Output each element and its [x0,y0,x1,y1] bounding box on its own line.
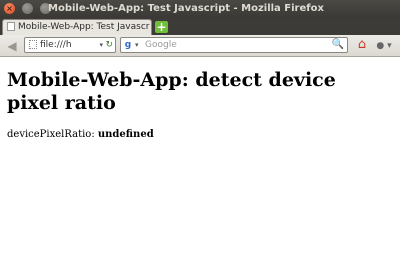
window-title: Mobile-Web-App: Test Javascript - Mozill… [48,3,324,14]
window-titlebar: × Mobile-Web-App: Test Javascript - Mozi… [0,0,400,18]
minimize-window-button[interactable] [22,3,34,14]
tab-active[interactable]: Mobile-Web-App: Test Javascr [2,19,152,35]
close-window-button[interactable]: × [4,3,15,14]
window-controls: × [4,3,53,15]
toolbar-extension-icon[interactable]: ● ▾ [375,39,393,53]
navigation-toolbar: ◀ file:///h ▾ ↻ g ▾ Google 🔍 ⌂ ● ▾ [0,35,400,57]
search-placeholder: Google [145,40,177,50]
tab-label: Mobile-Web-App: Test Javascr [18,22,150,32]
home-icon[interactable]: ⌂ [354,37,370,53]
new-tab-button[interactable]: + [155,21,168,33]
reload-icon[interactable]: ↻ [105,38,113,52]
page-heading: Mobile-Web-App: detect device pixel rati… [7,69,336,114]
tab-bar: Mobile-Web-App: Test Javascr + [0,18,400,35]
result-value: undefined [97,129,154,140]
page-content: Mobile-Web-App: detect device pixel rati… [0,57,400,272]
page-identity-icon[interactable] [29,40,37,49]
url-bar[interactable]: file:///h ▾ ↻ [24,37,116,53]
url-history-dropdown-icon[interactable]: ▾ [99,38,103,52]
result-label: devicePixelRatio: [7,129,95,140]
url-text: file:///h [40,40,72,50]
search-bar[interactable]: g ▾ Google 🔍 [120,37,348,53]
search-engine-dropdown-icon[interactable]: ▾ [135,38,139,52]
google-engine-icon[interactable]: g [123,40,133,50]
back-button[interactable]: ◀ [4,38,20,54]
search-icon[interactable]: 🔍 [332,38,344,52]
result-line: devicePixelRatio: undefined [7,129,154,140]
page-favicon-icon [7,22,15,31]
